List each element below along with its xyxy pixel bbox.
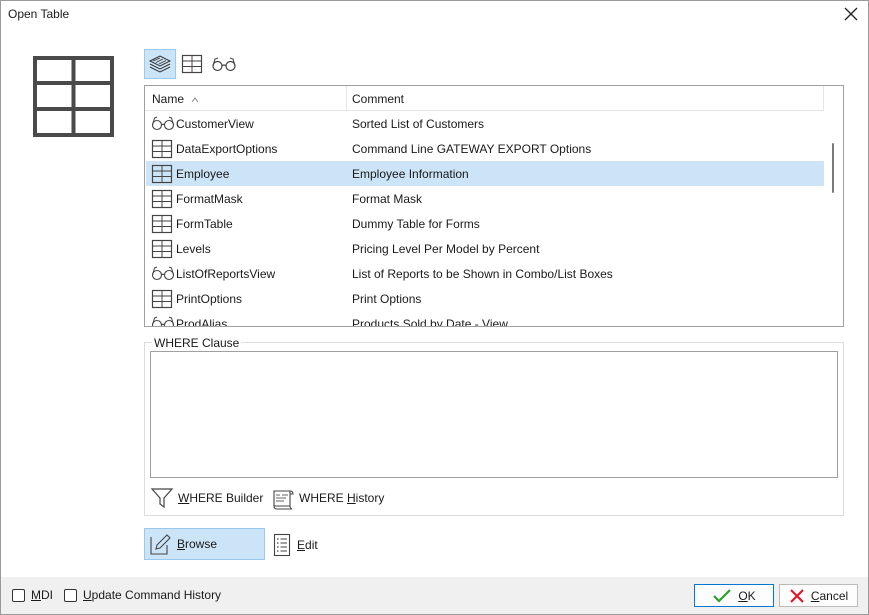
checkmark-icon — [713, 588, 732, 603]
table-row[interactable]: FormatMask Format Mask — [146, 186, 825, 211]
table-row[interactable]: FormTable Dummy Table for Forms — [146, 211, 825, 236]
form-list-icon — [273, 533, 291, 556]
history-scroll-icon — [273, 490, 294, 510]
row-comment: Print Options — [352, 292, 422, 306]
mdi-checkbox[interactable]: MDI — [12, 588, 53, 602]
where-builder-button[interactable]: WHERE Builder — [150, 486, 263, 510]
checkbox-box[interactable] — [12, 588, 25, 602]
row-name: ListOfReportsView — [176, 267, 276, 281]
vertical-scrollbar[interactable] — [824, 86, 843, 326]
pencil-edit-icon — [150, 534, 171, 555]
sort-ascending-icon — [191, 96, 199, 103]
cancel-button[interactable]: Cancel — [779, 584, 858, 607]
table-row[interactable]: PrintOptions Print Options — [146, 286, 825, 311]
close-icon[interactable] — [836, 3, 866, 25]
column-header-row: Name Comment — [145, 86, 824, 111]
glasses-icon — [151, 264, 175, 284]
update-command-history-checkbox[interactable]: Update Command History — [64, 588, 221, 602]
browse-label: Browse — [177, 537, 218, 551]
large-table-icon — [33, 56, 114, 140]
row-name: FormTable — [176, 217, 233, 231]
row-name: PrintOptions — [176, 292, 243, 306]
where-history-label: WHERE History — [299, 491, 385, 505]
row-comment: List of Reports to be Shown in Combo/Lis… — [352, 267, 613, 281]
filter-icon — [150, 488, 174, 509]
row-name: CustomerView — [176, 117, 254, 131]
row-name: DataExportOptions — [176, 142, 278, 156]
table-row[interactable]: Employee Employee Information — [146, 161, 825, 186]
mdi-label: MDI — [31, 588, 53, 602]
scrollbar-thumb[interactable] — [832, 143, 834, 193]
row-comment: Employee Information — [352, 167, 469, 181]
table-icon — [151, 189, 175, 209]
where-builder-label: WHERE Builder — [178, 491, 264, 505]
glasses-icon — [151, 114, 175, 134]
table-row[interactable]: Levels Pricing Level Per Model by Percent — [146, 236, 825, 261]
row-comment: Dummy Table for Forms — [352, 217, 480, 231]
table-list: Name Comment CustomerView Sorted List of … — [144, 85, 844, 327]
row-name: Employee — [176, 167, 230, 181]
column-header-name[interactable]: Name — [152, 92, 199, 106]
table-icon — [151, 139, 175, 159]
column-separator[interactable] — [346, 86, 347, 111]
table-row[interactable]: DataExportOptions Command Line GATEWAY EX… — [146, 136, 825, 161]
table-row[interactable]: CustomerView Sorted List of Customers — [146, 111, 825, 136]
where-clause-label: WHERE Clause — [152, 336, 242, 350]
layers-icon[interactable] — [144, 49, 176, 79]
edit-button[interactable]: Edit — [273, 531, 318, 558]
ok-button[interactable]: OK — [694, 584, 774, 607]
row-comment: Format Mask — [352, 192, 423, 206]
column-header-comment[interactable]: Comment — [352, 92, 404, 106]
row-comment: Products Sold by Date - View — [352, 317, 508, 327]
glasses-icon — [151, 314, 175, 326]
where-clause-input[interactable] — [150, 351, 838, 478]
ok-label: OK — [738, 588, 756, 603]
table-icon[interactable] — [176, 49, 208, 79]
row-comment: Pricing Level Per Model by Percent — [352, 242, 540, 256]
object-type-toolbar — [144, 49, 240, 79]
row-name: Levels — [176, 242, 211, 256]
browse-button[interactable]: Browse — [144, 528, 265, 560]
open-table-dialog: Open Table Name Comment CustomerView Sor… — [0, 0, 869, 615]
edit-label: Edit — [297, 537, 318, 552]
window-title: Open Table — [8, 7, 70, 21]
update-command-history-label: Update Command History — [83, 588, 222, 602]
x-cancel-icon — [790, 588, 804, 603]
cancel-label: Cancel — [810, 588, 849, 603]
row-name: FormatMask — [176, 192, 243, 206]
checkbox-box[interactable] — [64, 588, 77, 602]
row-comment: Sorted List of Customers — [352, 117, 485, 131]
table-row[interactable]: ProdAlias Products Sold by Date - View — [146, 311, 825, 327]
table-icon — [151, 164, 175, 184]
glasses-icon[interactable] — [208, 49, 240, 79]
row-name: ProdAlias — [176, 317, 228, 327]
table-icon — [151, 214, 175, 234]
table-icon — [151, 239, 175, 259]
row-comment: Command Line GATEWAY EXPORT Options — [352, 142, 592, 156]
table-row[interactable]: ListOfReportsView List of Reports to be S… — [146, 261, 825, 286]
table-icon — [151, 289, 175, 309]
where-history-button[interactable]: WHERE History — [271, 486, 384, 510]
